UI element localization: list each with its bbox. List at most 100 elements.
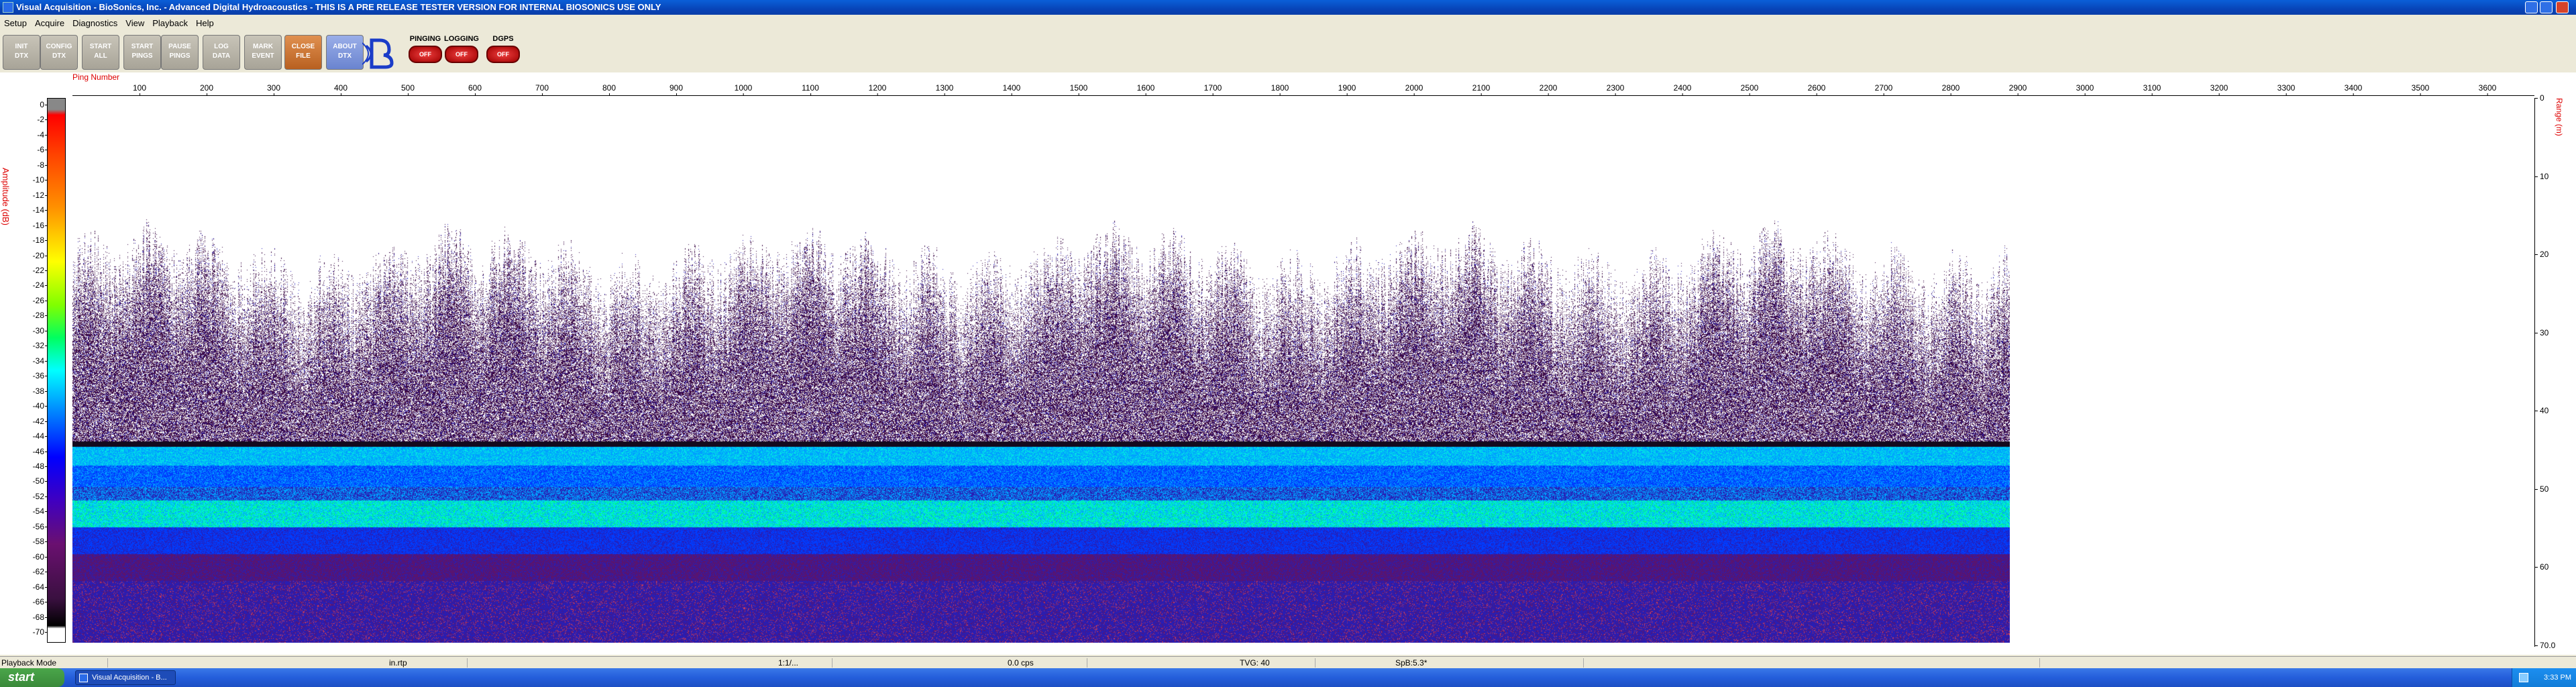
amplitude-tick-label: -66 — [32, 597, 48, 607]
ping-tick-label: 2400 — [1673, 83, 1692, 96]
logging-indicator: LOGGING OFF — [443, 35, 480, 68]
amplitude-tick-label: -24 — [32, 280, 48, 290]
biosonics-logo-icon — [362, 38, 394, 69]
ping-tick-label: 500 — [400, 83, 415, 96]
ping-tick-label: 300 — [266, 83, 281, 96]
ping-tick-label: 700 — [535, 83, 549, 96]
ping-tick-label: 200 — [199, 83, 214, 96]
status-rate: 0.0 cps — [1008, 658, 1034, 668]
amplitude-tick-label: -14 — [32, 205, 48, 215]
ping-tick-label: 900 — [669, 83, 684, 96]
close-file-button[interactable]: CLOSE FILE — [284, 35, 322, 70]
mark-event-button[interactable]: MARK EVENT — [244, 35, 282, 70]
amplitude-tick-label: -54 — [32, 507, 48, 517]
app-icon — [3, 2, 13, 13]
status-divider — [1583, 658, 1584, 668]
amplitude-tick-label: -50 — [32, 476, 48, 486]
ping-tick-label: 2000 — [1405, 83, 1424, 96]
amplitude-tick-label: -68 — [32, 612, 48, 622]
status-divider — [107, 658, 108, 668]
start-all-button[interactable]: START ALL — [82, 35, 119, 70]
menu-acquire[interactable]: Acquire — [31, 16, 68, 28]
ping-tick-label: 1900 — [1338, 83, 1356, 96]
ping-axis: 100 200 300 400 500 600 700 800 900 1000 1100 1200 1… — [72, 81, 2534, 96]
close-window-button[interactable] — [2556, 1, 2569, 13]
ping-tick-label: 1400 — [1002, 83, 1021, 96]
status-divider — [467, 658, 468, 668]
start-button[interactable]: start — [0, 668, 64, 687]
amplitude-tick-label: -22 — [32, 266, 48, 276]
window-icon — [79, 674, 88, 682]
init-dtx-button[interactable]: INIT DTX — [3, 35, 40, 70]
minimize-button[interactable] — [2525, 1, 2538, 13]
amplitude-tick-label: -70 — [32, 627, 48, 637]
range-tick-label: 60 — [2534, 562, 2549, 572]
amplitude-tick-label: -36 — [32, 371, 48, 381]
config-dtx-button[interactable]: CONFIG DTX — [40, 35, 78, 70]
amplitude-tick-label: -42 — [32, 416, 48, 426]
status-tvg: TVG: 40 — [1240, 658, 1270, 668]
system-tray: 3:33 PM — [2512, 668, 2576, 687]
amplitude-tick-label: -20 — [32, 250, 48, 260]
ping-tick-label: 2100 — [1472, 83, 1491, 96]
amplitude-tick-label: -12 — [32, 190, 48, 200]
ping-tick-label: 100 — [132, 83, 147, 96]
menu-bar: Setup Acquire Diagnostics View Playback Help — [0, 16, 2576, 30]
amplitude-tick-label: -26 — [32, 295, 48, 305]
ping-tick-label: 1700 — [1203, 83, 1222, 96]
ping-tick-label: 2500 — [1740, 83, 1759, 96]
log-data-button[interactable]: LOG DATA — [203, 35, 240, 70]
clock: 3:33 PM — [2544, 674, 2571, 682]
ping-tick-label: 1800 — [1271, 83, 1289, 96]
ping-tick-label: 3200 — [2210, 83, 2229, 96]
ping-tick-label: 2900 — [2008, 83, 2027, 96]
about-dtx-button[interactable]: ABOUT DTX — [326, 35, 364, 70]
amplitude-tick-label: -32 — [32, 341, 48, 351]
ping-tick-label: 3100 — [2143, 83, 2161, 96]
amplitude-tick-label: -30 — [32, 325, 48, 335]
menu-setup[interactable]: Setup — [0, 16, 31, 28]
title-bar[interactable]: Visual Acquisition - BioSonics, Inc. - A… — [0, 0, 2576, 15]
range-tick-label: 10 — [2534, 171, 2549, 181]
amplitude-tick-label: 0 — [40, 100, 48, 109]
dgps-state: OFF — [486, 46, 520, 63]
menu-help[interactable]: Help — [192, 16, 218, 28]
amplitude-tick-label: -16 — [32, 220, 48, 230]
ping-tick-label: 2700 — [1874, 83, 1893, 96]
ping-tick-label: 2300 — [1606, 83, 1625, 96]
menu-view[interactable]: View — [121, 16, 148, 28]
logging-state: OFF — [445, 46, 478, 63]
amplitude-tick-label: -64 — [32, 582, 48, 592]
range-tick-label: 20 — [2534, 250, 2549, 260]
ping-tick-label: 3400 — [2344, 83, 2363, 96]
echogram-image[interactable] — [72, 98, 2010, 643]
ping-tick-label: 800 — [602, 83, 616, 96]
status-divider — [1315, 658, 1316, 668]
range-axis: 0 10 20 30 40 50 60 70.0 — [2534, 93, 2575, 650]
range-tick-label: 0 — [2534, 93, 2544, 103]
menu-diagnostics[interactable]: Diagnostics — [68, 16, 121, 28]
menu-playback[interactable]: Playback — [148, 16, 192, 28]
amplitude-tick-label: -4 — [37, 129, 48, 140]
range-axis-title: Range (m) — [2555, 98, 2564, 136]
pinging-state: OFF — [409, 46, 442, 63]
ping-tick-label: 1200 — [868, 83, 887, 96]
status-file: in.rtp — [389, 658, 407, 668]
maximize-button[interactable] — [2540, 1, 2553, 13]
status-bar: Playback Mode in.rtp 1:1/... 0.0 cps TVG… — [0, 656, 2576, 669]
network-icon[interactable] — [2519, 673, 2528, 682]
amplitude-tick-label: -46 — [32, 446, 48, 456]
pause-pings-button[interactable]: PAUSE PINGS — [161, 35, 199, 70]
ping-tick-label: 3500 — [2411, 83, 2430, 96]
ping-tick-label: 1500 — [1069, 83, 1088, 96]
pinging-label: PINGING — [409, 35, 441, 43]
status-sps: SpB:5.3* — [1395, 658, 1428, 668]
amplitude-tick-label: -62 — [32, 567, 48, 577]
amplitude-tick-label: -18 — [32, 235, 48, 246]
ping-tick-label: 400 — [333, 83, 348, 96]
start-pings-button[interactable]: START PINGS — [123, 35, 161, 70]
taskbar-item-label: Visual Acquisition - B... — [92, 674, 167, 682]
ping-tick-label: 3300 — [2277, 83, 2296, 96]
taskbar-item-visual-acquisition[interactable]: Visual Acquisition - B... — [75, 670, 176, 685]
amplitude-tick-label: -2 — [37, 115, 48, 125]
